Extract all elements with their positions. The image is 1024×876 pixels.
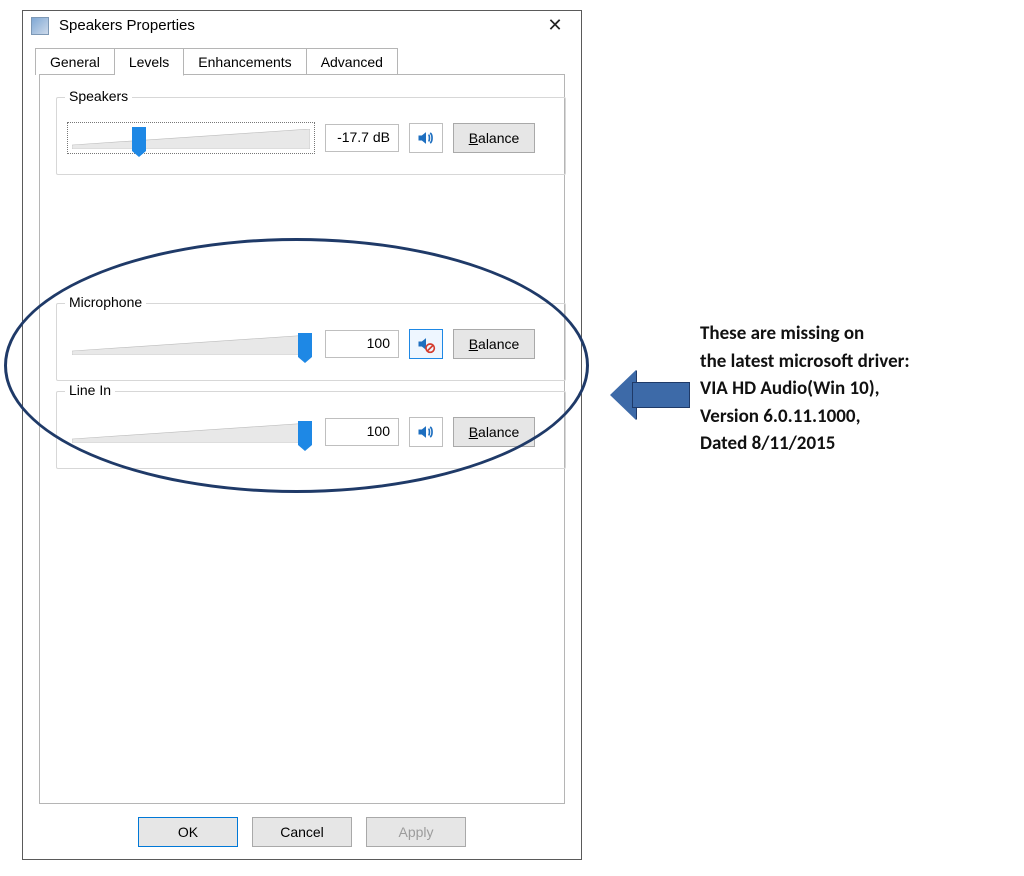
tab-enhancements[interactable]: Enhancements [184, 48, 306, 75]
tabstrip: General Levels Enhancements Advanced [35, 47, 573, 74]
speakers-properties-dialog: Speakers Properties ✕ General Levels Enh… [22, 10, 582, 860]
speaker-icon [416, 422, 436, 442]
tabs-container: General Levels Enhancements Advanced Spe… [23, 41, 581, 812]
speakers-slider[interactable] [67, 122, 315, 154]
line-in-balance-button[interactable]: Balance [453, 417, 535, 447]
ok-button[interactable]: OK [138, 817, 238, 847]
cancel-button[interactable]: Cancel [252, 817, 352, 847]
microphone-balance-button[interactable]: Balance [453, 329, 535, 359]
annotation-line: the latest microsoft driver: [700, 348, 1010, 376]
annotation-arrow-icon [610, 370, 690, 420]
window-title: Speakers Properties [59, 17, 535, 34]
group-microphone-label: Microphone [65, 294, 146, 310]
tab-body-levels: Speakers -17.7 dB [39, 74, 565, 804]
annotation-line: These are missing on [700, 320, 1010, 348]
microphone-slider[interactable] [67, 328, 315, 360]
group-line-in-label: Line In [65, 382, 115, 398]
tab-advanced[interactable]: Advanced [307, 48, 398, 75]
annotation-line: VIA HD Audio(Win 10), [700, 375, 1010, 403]
window-icon [31, 17, 49, 35]
tab-general[interactable]: General [35, 48, 115, 75]
line-in-mute-button[interactable] [409, 417, 443, 447]
group-microphone: Microphone 100 [56, 303, 566, 381]
speakers-mute-button[interactable] [409, 123, 443, 153]
line-in-value[interactable]: 100 [325, 418, 399, 446]
close-button[interactable]: ✕ [535, 15, 575, 36]
dialog-footer: OK Cancel Apply [23, 812, 581, 859]
apply-button: Apply [366, 817, 466, 847]
group-line-in: Line In 100 [56, 391, 566, 469]
microphone-slider-thumb[interactable] [298, 333, 312, 357]
microphone-value[interactable]: 100 [325, 330, 399, 358]
speakers-value[interactable]: -17.7 dB [325, 124, 399, 152]
microphone-mute-button[interactable] [409, 329, 443, 359]
speakers-balance-button[interactable]: Balance [453, 123, 535, 153]
speaker-muted-icon [416, 334, 436, 354]
annotation-line: Version 6.0.11.1000, [700, 403, 1010, 431]
speakers-slider-thumb[interactable] [132, 127, 146, 151]
annotation-line: Dated 8/11/2015 [700, 430, 1010, 458]
speaker-icon [416, 128, 436, 148]
line-in-slider-thumb[interactable] [298, 421, 312, 445]
titlebar: Speakers Properties ✕ [23, 11, 581, 41]
group-speakers-label: Speakers [65, 88, 132, 104]
tab-levels[interactable]: Levels [115, 48, 184, 76]
line-in-slider[interactable] [67, 416, 315, 448]
annotation-text: These are missing on the latest microsof… [700, 320, 1010, 458]
group-speakers: Speakers -17.7 dB [56, 97, 566, 175]
